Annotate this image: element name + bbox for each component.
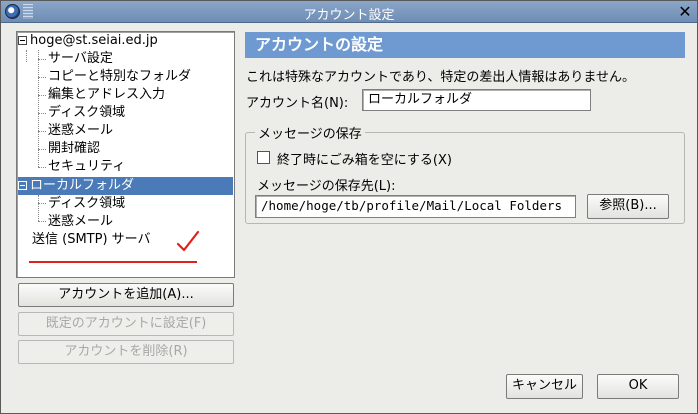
account-tree[interactable]: hoge@st.seiai.ed.jp サーバ設定 コピーと特別なフォルダ 編集… [16,31,235,278]
tree-line [38,77,46,78]
tree-item-copies-folders[interactable]: コピーと特別なフォルダ [48,68,191,86]
add-account-button[interactable]: アカウントを追加(A)... [18,283,234,307]
account-description: これは特殊なアカウントであり、特定の差出人情報はありません。 [246,70,635,85]
collapse-icon[interactable] [18,36,27,45]
tree-line [38,113,46,114]
collapse-icon[interactable] [18,181,27,190]
close-icon[interactable]: ✕ [676,2,694,21]
tree-line [38,221,46,222]
tree-line [38,59,46,60]
tree-account-label: hoge@st.seiai.ed.jp [30,33,158,48]
tree-line [38,195,39,221]
title-bar[interactable]: アカウント設定 ✕ [1,1,697,23]
tree-line [26,50,27,62]
set-default-account-button[interactable]: 既定のアカウントに設定(F) [18,312,234,336]
empty-trash-label[interactable]: 終了時にごみ箱を空にする(X) [277,149,452,168]
tree-item-security[interactable]: セキュリティ [48,158,125,176]
tree-item-return-receipts[interactable]: 開封確認 [48,140,100,158]
storage-path-label: メッセージの保存先(L): [257,179,396,194]
message-storage-title: メッセージの保存 [255,123,365,142]
tree-account-row: ローカルフォルダ [18,177,134,195]
tree-item-smtp-server[interactable]: 送信 (SMTP) サーバ [32,231,151,249]
tree-line [38,149,46,150]
window-title: アカウント設定 [303,8,395,23]
account-name-label: アカウント名(N): [246,96,349,111]
empty-trash-checkbox[interactable] [257,151,270,164]
browse-button[interactable]: 参照(B)... [587,194,669,219]
tree-line [38,203,46,204]
page-title: アカウントの設定 [245,32,685,58]
account-name-input[interactable]: ローカルフォルダ [362,89,591,111]
cancel-button[interactable]: キャンセル [506,374,583,399]
tree-item-server-settings[interactable]: サーバ設定 [48,50,113,68]
tree-item-junk-mail[interactable]: 迷惑メール [48,122,113,140]
checkmark-icon [176,230,200,252]
tree-line [38,95,46,96]
storage-path-input[interactable]: /home/hoge/tb/profile/Mail/Local Folders [255,195,576,218]
tree-item-local-disk-space[interactable]: ディスク領域 [48,195,125,213]
tree-account-label: ローカルフォルダ [30,178,135,193]
ok-button[interactable]: OK [597,374,679,399]
tree-line [38,167,46,168]
remove-account-button[interactable]: アカウントを削除(R) [18,340,234,364]
tree-item-disk-space[interactable]: ディスク領域 [48,104,125,122]
tree-line [38,131,46,132]
tree-item-local-junk-mail[interactable]: 迷惑メール [48,213,113,231]
tree-account-hoge[interactable]: hoge@st.seiai.ed.jp [18,32,158,50]
tree-account-local-folders[interactable]: ローカルフォルダ [18,177,233,195]
account-settings-dialog: アカウント設定 ✕ hoge@st.seiai.ed.jp サーバ設定 コピーと… [0,0,698,414]
tree-item-composition-addressing[interactable]: 編集とアドレス入力 [48,86,165,104]
annotation-underline [29,261,197,263]
